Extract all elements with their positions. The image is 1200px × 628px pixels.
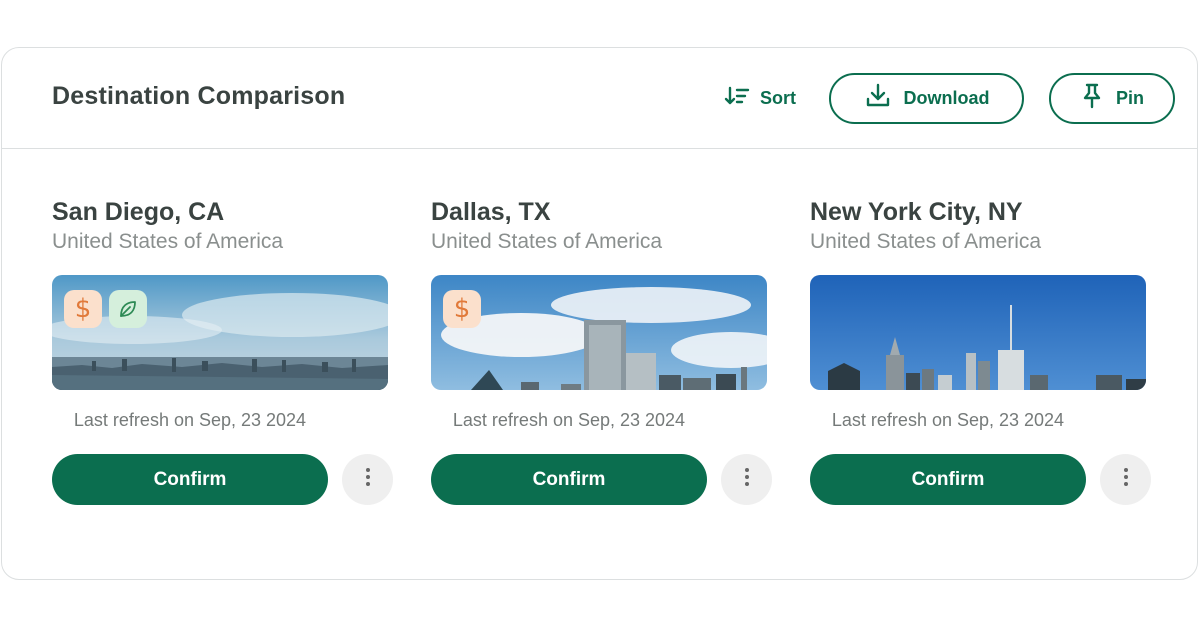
city-name: Dallas, TX [431, 198, 551, 226]
country-name: United States of America [52, 230, 284, 253]
pin-button[interactable]: Pin [1049, 73, 1175, 124]
more-options-button[interactable] [1100, 454, 1151, 505]
confirm-button[interactable]: Confirm [52, 454, 328, 505]
country-name: United States of America [810, 230, 1042, 253]
city-name: New York City, NY [810, 198, 1023, 226]
dollar-icon: $ [64, 290, 102, 328]
sort-button[interactable]: Sort [724, 84, 796, 112]
pin-label: Pin [1115, 88, 1144, 108]
city-name: San Diego, CA [52, 198, 225, 226]
sort-label: Sort [760, 87, 796, 108]
more-vertical-icon [365, 467, 371, 492]
last-refresh-text: Last refresh on Sep, 23 2024 [73, 410, 307, 430]
download-icon [864, 82, 892, 115]
panel-title: Destination Comparison [52, 82, 346, 110]
destination-card-new-york: New York City, NY United States of Ameri… [810, 198, 1155, 508]
pin-icon [1080, 82, 1104, 115]
last-refresh-text: Last refresh on Sep, 23 2024 [831, 410, 1065, 430]
panel-header: Destination Comparison Sort Download Pin [2, 48, 1197, 149]
confirm-button[interactable]: Confirm [431, 454, 707, 505]
city-photo [810, 275, 1146, 390]
sort-icon [724, 86, 750, 111]
leaf-icon [109, 290, 147, 328]
last-refresh-text: Last refresh on Sep, 23 2024 [452, 410, 686, 430]
destination-comparison-panel: Destination Comparison Sort Download Pin… [1, 47, 1198, 580]
more-options-button[interactable] [342, 454, 393, 505]
country-name: United States of America [431, 230, 663, 253]
city-photo: $ [431, 275, 767, 390]
destination-card-dallas: Dallas, TX United States of America $ La… [431, 198, 776, 508]
more-vertical-icon [1123, 467, 1129, 492]
dollar-icon: $ [443, 290, 481, 328]
download-button[interactable]: Download [829, 73, 1024, 124]
download-label: Download [903, 88, 990, 108]
more-vertical-icon [744, 467, 750, 492]
more-options-button[interactable] [721, 454, 772, 505]
confirm-button[interactable]: Confirm [810, 454, 1086, 505]
destination-card-san-diego: San Diego, CA United States of America $… [52, 198, 397, 508]
city-photo: $ [52, 275, 388, 390]
